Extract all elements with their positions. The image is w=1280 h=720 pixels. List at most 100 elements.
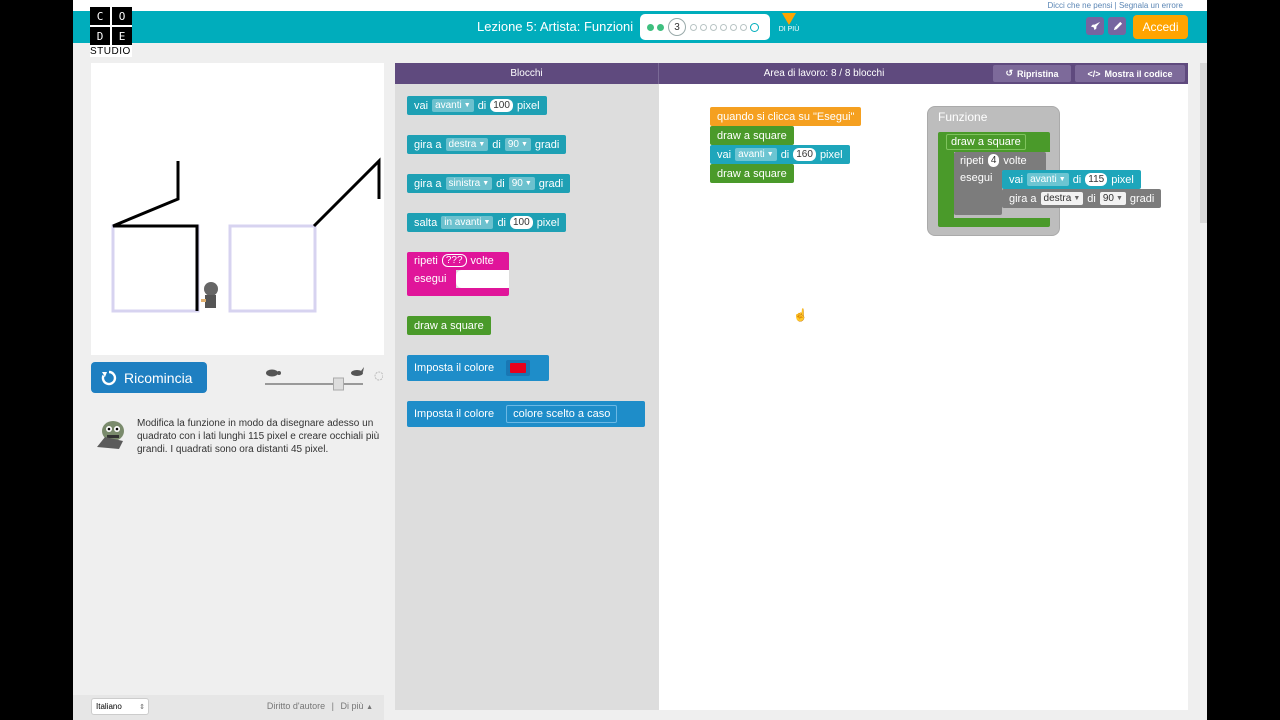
toolbox-jump-block[interactable]: salta in avanti ▼ di 100 pixel [407, 213, 567, 232]
more-dropdown[interactable]: DI PIÙ [777, 13, 801, 33]
progress-dot[interactable] [700, 23, 707, 31]
angle-dropdown[interactable]: 90 ▼ [1099, 192, 1126, 205]
function-frame-title: Funzione [938, 110, 988, 124]
block-text: volte [470, 254, 494, 267]
direction-dropdown[interactable]: avanti ▼ [432, 99, 474, 112]
block-text: di [1072, 173, 1082, 186]
show-code-button[interactable]: </> Mostra il codice [1075, 65, 1185, 82]
reset-icon [101, 370, 117, 385]
progress-dot[interactable] [720, 23, 727, 31]
login-button[interactable]: Accedi [1133, 15, 1188, 39]
progress-dot-done[interactable] [657, 23, 664, 31]
block-text: pixel [1111, 173, 1134, 186]
value-field[interactable]: ??? [441, 254, 467, 267]
block-text: di [496, 177, 505, 190]
block-text: pixel [516, 99, 540, 112]
value-field[interactable]: 115 [1085, 173, 1108, 186]
hand-cursor-icon: ☝ [793, 308, 808, 322]
toolbox-set-color-random-block[interactable]: Imposta il colore colore scelto a caso [407, 401, 645, 427]
lesson-title: Lezione 5: Artista: Funzioni [477, 19, 634, 34]
app-window: Dicci che ne pensi | Segnala un errore L… [73, 0, 1207, 720]
progress-current-step[interactable]: 3 [668, 18, 686, 36]
block-text: gradi [534, 138, 560, 151]
block-text: ripeti [960, 154, 984, 167]
direction-dropdown[interactable]: avanti ▼ [1027, 173, 1069, 186]
block-text: ripeti [414, 254, 438, 267]
value-field[interactable]: 100 [510, 216, 533, 229]
direction-dropdown[interactable]: destra ▼ [1040, 192, 1084, 205]
block-text: quando si clicca su "Esegui" [717, 110, 855, 123]
direction-dropdown[interactable]: sinistra ▼ [445, 177, 493, 190]
color-picker[interactable] [506, 360, 531, 376]
direction-dropdown[interactable]: destra ▼ [445, 138, 489, 151]
direction-dropdown[interactable]: in avanti ▼ [441, 216, 494, 229]
workspace-title: Area di lavoro: 8 / 8 blocchi [763, 68, 885, 79]
call-draw-square-block[interactable]: draw a square [710, 126, 794, 145]
toolbox-draw-square-block[interactable]: draw a square [407, 316, 491, 335]
direction-dropdown[interactable]: avanti ▼ [735, 148, 777, 161]
lesson-progress: 3 [640, 14, 770, 40]
feedback-links[interactable]: Dicci che ne pensi | Segnala un errore [1048, 1, 1184, 10]
progress-dot[interactable] [730, 23, 737, 31]
block-text: vai [414, 99, 429, 112]
code-studio-logo[interactable]: C O D E STUDIO [90, 7, 132, 57]
code-icon: </> [1087, 68, 1101, 79]
block-text: draw a square [717, 167, 787, 180]
restore-button[interactable]: ↺ Ripristina [993, 65, 1071, 82]
language-select[interactable]: Italiano ⇕ [91, 698, 149, 715]
block-text: di [1087, 192, 1096, 205]
function-turn-block[interactable]: gira a destra ▼ di 90 ▼ gradi [1002, 189, 1162, 208]
progress-dot[interactable] [740, 23, 747, 31]
value-field[interactable]: 4 [987, 154, 1000, 167]
guide-square-left [111, 224, 200, 313]
angle-dropdown[interactable]: 90 ▼ [504, 138, 531, 151]
language-value: Italiano [96, 702, 122, 711]
progress-dot[interactable] [710, 23, 717, 31]
caret-up-icon: ▲ [366, 704, 373, 711]
toolbox-turn-right-block[interactable]: gira a destra ▼ di 90 ▼ gradi [407, 135, 567, 154]
progress-dot[interactable] [690, 23, 697, 31]
random-color-input[interactable]: colore scelto a caso [506, 405, 618, 423]
pencil-icon[interactable] [1108, 17, 1126, 35]
logo-letter: C [90, 7, 110, 25]
artist-character [201, 282, 218, 308]
speed-slider[interactable] [263, 367, 384, 392]
call-draw-square-block[interactable]: draw a square [710, 164, 794, 183]
restore-label: Ripristina [1017, 68, 1059, 79]
function-move-block[interactable]: vai avanti ▼ di 115 pixel [1002, 170, 1141, 189]
when-run-event-block[interactable]: quando si clicca su "Esegui" [710, 107, 862, 126]
progress-dot-done[interactable] [647, 23, 654, 31]
workspace-move-block[interactable]: vai avanti ▼ di 160 pixel [710, 145, 850, 164]
workspace-header: Area di lavoro: 8 / 8 blocchi ↺ Ripristi… [659, 63, 1188, 84]
logo-letter: O [112, 7, 132, 25]
workspace-scrollbar[interactable] [1200, 63, 1207, 223]
footer-links: Diritto d'autore | Di più ▲ [266, 701, 373, 711]
value-field[interactable]: 160 [793, 148, 816, 161]
reset-button[interactable]: Ricomincia [91, 362, 207, 393]
rocket-icon[interactable] [1086, 17, 1104, 35]
block-text: Imposta il colore [414, 362, 495, 374]
footer-bar: Italiano ⇕ Diritto d'autore | Di più ▲ [73, 695, 384, 720]
copyright-link[interactable]: Diritto d'autore [267, 701, 325, 711]
value-field[interactable]: 100 [490, 99, 513, 112]
toolbox-turn-left-block[interactable]: gira a sinistra ▼ di 90 ▼ gradi [407, 174, 571, 193]
angle-dropdown[interactable]: 90 ▼ [508, 177, 535, 190]
function-name-field[interactable]: draw a square [946, 134, 1026, 150]
block-text: vai [717, 148, 732, 161]
block-text: salta [414, 216, 438, 229]
block-text: esegui [960, 172, 993, 184]
block-text: gradi [1129, 192, 1155, 205]
toolbox-move-block[interactable]: vai avanti ▼ di 100 pixel [407, 96, 547, 115]
toolbox-header: Blocchi [395, 63, 659, 84]
more-link[interactable]: Di più [341, 701, 364, 711]
progress-dot-challenge[interactable] [750, 22, 759, 32]
block-text: vai [1009, 173, 1024, 186]
block-text: esegui [414, 273, 447, 285]
zombie-avatar-icon [97, 421, 124, 449]
top-strip: Dicci che ne pensi | Segnala un errore [73, 0, 1207, 11]
speed-slider-thumb [333, 377, 344, 391]
turtle-icon [266, 369, 281, 377]
toolbox-set-color-block[interactable]: Imposta il colore [407, 355, 549, 381]
block-text: di [492, 138, 501, 151]
toolbox-repeat-block[interactable]: ripeti ??? volte esegui [407, 252, 509, 297]
